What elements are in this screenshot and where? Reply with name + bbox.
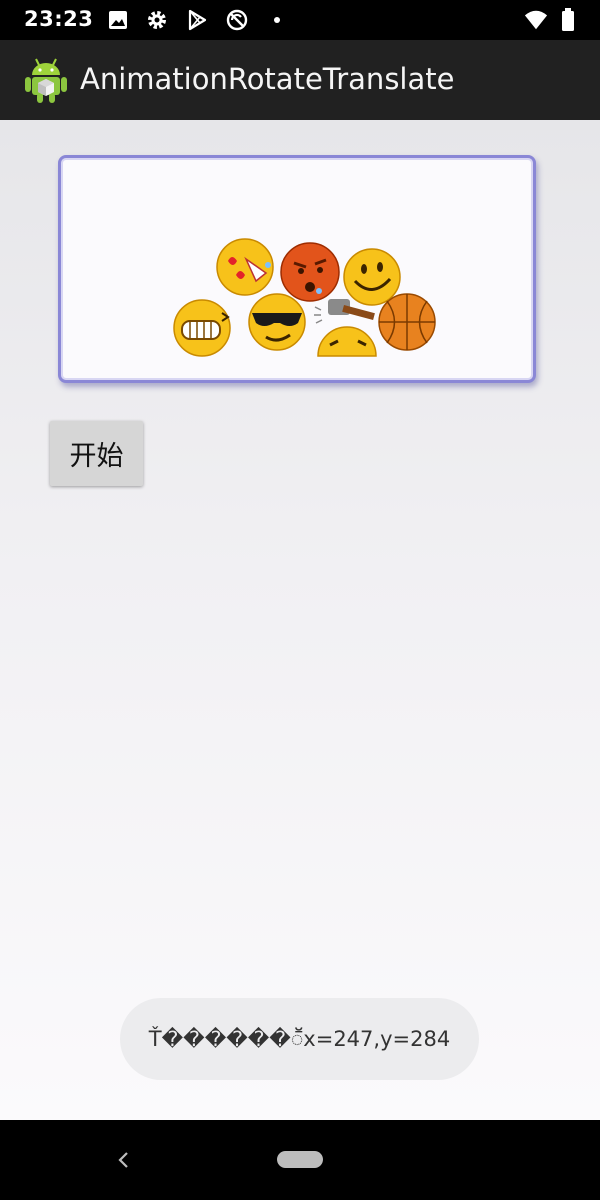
cool-sunglasses-emoji	[248, 293, 306, 351]
home-pill-icon[interactable]	[277, 1151, 323, 1168]
grin-emoji	[173, 299, 231, 357]
hammer-hit-emoji	[314, 299, 377, 357]
app-title: AnimationRotateTranslate	[80, 62, 455, 96]
toast-text: Ť������ॕx=247,y=284	[148, 1027, 451, 1051]
basketball-emoji	[378, 293, 436, 351]
play-store-icon	[185, 8, 209, 32]
app-bar: AnimationRotateTranslate	[0, 40, 600, 120]
gear-icon	[145, 8, 169, 32]
status-bar: 23:23	[0, 0, 600, 40]
image-icon	[106, 8, 130, 32]
android-logo-icon	[25, 58, 67, 103]
angry-emoji	[280, 242, 340, 302]
emoji-cluster	[173, 238, 436, 357]
smile-emoji	[343, 248, 401, 306]
status-time: 23:23	[24, 7, 94, 31]
no-sync-icon	[225, 8, 249, 32]
wifi-icon	[524, 8, 548, 32]
toast-message: Ť������ॕx=247,y=284	[120, 998, 479, 1080]
back-icon[interactable]	[112, 1148, 136, 1172]
start-button[interactable]: 开始	[50, 421, 143, 486]
dot-icon	[265, 8, 289, 32]
battery-icon	[556, 8, 580, 32]
in-love-emoji	[216, 238, 274, 296]
